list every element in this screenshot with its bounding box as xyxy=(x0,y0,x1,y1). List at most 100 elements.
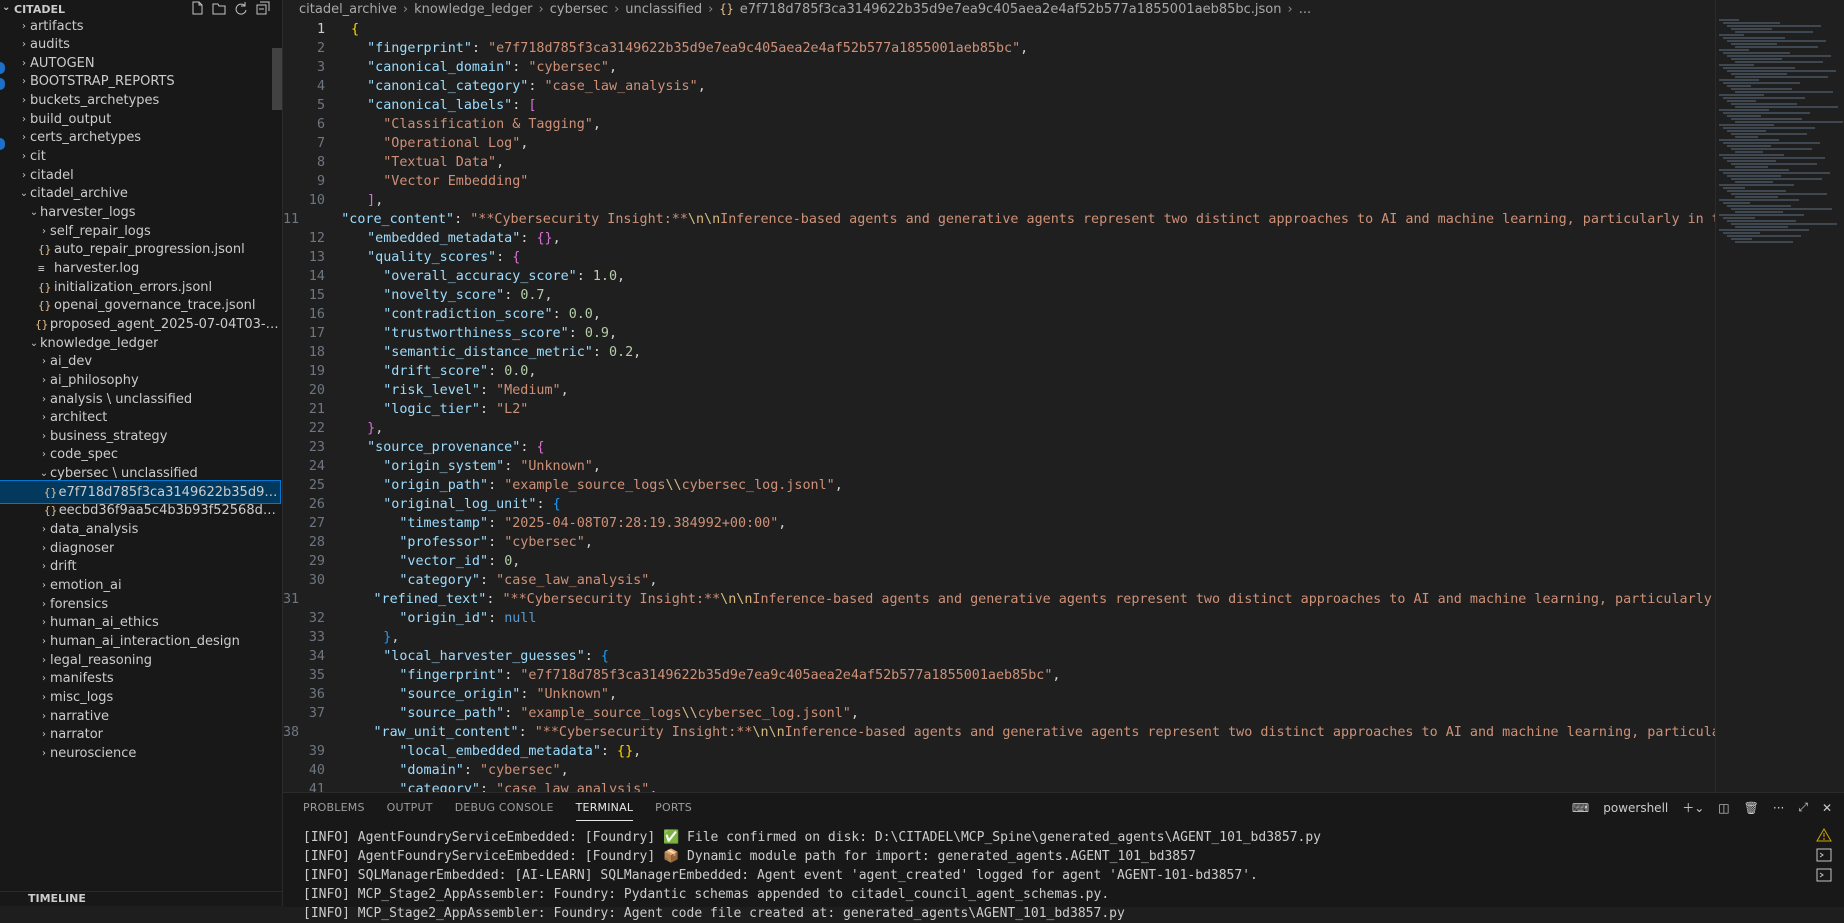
timeline-section[interactable]: TIMELINE xyxy=(0,891,282,906)
code-line[interactable]: 36 "source_origin": "Unknown", xyxy=(283,685,1715,704)
code-line[interactable]: 5 "canonical_labels": [ xyxy=(283,96,1715,115)
chevron-down-icon[interactable]: ⌄ xyxy=(2,2,10,13)
chevron-down-icon[interactable]: ⌄ xyxy=(18,188,30,199)
code-line[interactable]: 33 }, xyxy=(283,628,1715,647)
chevron-right-icon[interactable]: › xyxy=(38,692,50,703)
code-line[interactable]: 2 "fingerprint": "e7f718d785f3ca3149622b… xyxy=(283,39,1715,58)
chevron-right-icon[interactable]: › xyxy=(38,561,50,572)
code-line[interactable]: 39 "local_embedded_metadata": {}, xyxy=(283,742,1715,761)
code-line[interactable]: 29 "vector_id": 0, xyxy=(283,552,1715,571)
chevron-right-icon[interactable]: › xyxy=(18,58,30,69)
chevron-right-icon[interactable]: › xyxy=(38,580,50,591)
chevron-right-icon[interactable]: › xyxy=(38,729,50,740)
code-line[interactable]: 40 "domain": "cybersec", xyxy=(283,761,1715,780)
chevron-down-icon[interactable]: ⌄ xyxy=(38,468,50,479)
code-line[interactable]: 10 ], xyxy=(283,191,1715,210)
chevron-right-icon[interactable]: › xyxy=(18,39,30,50)
code-line[interactable]: 8 "Textual Data", xyxy=(283,153,1715,172)
chevron-right-icon[interactable]: › xyxy=(38,543,50,554)
code-line[interactable]: 37 "source_path": "example_source_logs\\… xyxy=(283,704,1715,723)
more-icon[interactable]: ··· xyxy=(1773,801,1784,815)
code-area[interactable]: 1{2 "fingerprint": "e7f718d785f3ca314962… xyxy=(283,20,1715,792)
chevron-right-icon[interactable]: › xyxy=(38,375,50,386)
code-line[interactable]: 35 "fingerprint": "e7f718d785f3ca3149622… xyxy=(283,666,1715,685)
chevron-right-icon[interactable]: › xyxy=(18,151,30,162)
chevron-right-icon[interactable]: › xyxy=(38,449,50,460)
code-line[interactable]: 23 "source_provenance": { xyxy=(283,438,1715,457)
chevron-right-icon[interactable]: › xyxy=(38,431,50,442)
collapse-all-icon[interactable] xyxy=(256,1,270,15)
chevron-right-icon[interactable]: › xyxy=(18,21,30,32)
chevron-right-icon[interactable]: › xyxy=(38,356,50,367)
chevron-right-icon[interactable]: › xyxy=(38,636,50,647)
shell-name[interactable]: powershell xyxy=(1603,801,1668,815)
chevron-right-icon[interactable]: › xyxy=(38,617,50,628)
code-line[interactable]: 31 "refined_text": "**Cybersecurity Insi… xyxy=(283,590,1715,609)
code-line[interactable]: 25 "origin_path": "example_source_logs\\… xyxy=(283,476,1715,495)
code-line[interactable]: 1{ xyxy=(283,20,1715,39)
chevron-right-icon[interactable]: › xyxy=(38,748,50,759)
terminal-output[interactable]: [INFO] AgentFoundryServiceEmbedded: [Fou… xyxy=(303,828,1321,923)
chevron-right-icon[interactable]: › xyxy=(18,95,30,106)
chevron-right-icon[interactable]: › xyxy=(38,655,50,666)
chevron-right-icon[interactable]: › xyxy=(38,673,50,684)
chevron-down-icon[interactable]: ⌄ xyxy=(28,207,40,218)
code-line[interactable]: 11 "core_content": "**Cybersecurity Insi… xyxy=(283,210,1715,229)
code-line[interactable]: 28 "professor": "cybersec", xyxy=(283,533,1715,552)
breadcrumb-item[interactable]: ... xyxy=(1299,2,1311,17)
code-line[interactable]: 24 "origin_system": "Unknown", xyxy=(283,457,1715,476)
code-line[interactable]: 19 "drift_score": 0.0, xyxy=(283,362,1715,381)
code-line[interactable]: 14 "overall_accuracy_score": 1.0, xyxy=(283,267,1715,286)
tab-problems[interactable]: PROBLEMS xyxy=(303,801,365,814)
chevron-right-icon[interactable]: › xyxy=(38,394,50,405)
code-line[interactable]: 22 }, xyxy=(283,419,1715,438)
code-line[interactable]: 4 "canonical_category": "case_law_analys… xyxy=(283,77,1715,96)
minimap[interactable] xyxy=(1719,18,1844,318)
code-line[interactable]: 9 "Vector Embedding" xyxy=(283,172,1715,191)
code-line[interactable]: 16 "contradiction_score": 0.0, xyxy=(283,305,1715,324)
code-line[interactable]: 20 "risk_level": "Medium", xyxy=(283,381,1715,400)
chevron-right-icon[interactable]: › xyxy=(38,226,50,237)
chevron-right-icon[interactable]: › xyxy=(38,412,50,423)
terminal-icon[interactable] xyxy=(1816,847,1832,862)
chevron-right-icon[interactable]: › xyxy=(18,76,30,87)
code-line[interactable]: 18 "semantic_distance_metric": 0.2, xyxy=(283,343,1715,362)
trash-icon[interactable]: 🗑 xyxy=(1744,801,1759,815)
code-line[interactable]: 32 "origin_id": null xyxy=(283,609,1715,628)
warning-icon[interactable] xyxy=(1816,827,1832,842)
chevron-right-icon[interactable]: › xyxy=(18,114,30,125)
tab-ports[interactable]: PORTS xyxy=(655,801,692,814)
code-line[interactable]: 6 "Classification & Tagging", xyxy=(283,115,1715,134)
code-line[interactable]: 27 "timestamp": "2025-04-08T07:28:19.384… xyxy=(283,514,1715,533)
code-line[interactable]: 26 "original_log_unit": { xyxy=(283,495,1715,514)
sidebar-scrollbar[interactable] xyxy=(272,48,282,110)
breadcrumb-item[interactable]: e7f718d785f3ca3149622b35d9e7ea9c405aea2e… xyxy=(740,2,1282,17)
code-line[interactable]: 41 "category": "case_law_analysis", xyxy=(283,780,1715,792)
tab-terminal[interactable]: TERMINAL xyxy=(575,801,634,821)
chevron-right-icon[interactable]: › xyxy=(18,170,30,181)
breadcrumb-item[interactable]: unclassified xyxy=(625,2,702,17)
breadcrumb-item[interactable]: cybersec xyxy=(550,2,608,17)
breadcrumb-item[interactable]: citadel_archive xyxy=(299,2,397,17)
code-line[interactable]: 7 "Operational Log", xyxy=(283,134,1715,153)
breadcrumb-item[interactable]: knowledge_ledger xyxy=(414,2,532,17)
new-folder-icon[interactable] xyxy=(212,1,226,15)
code-line[interactable]: 30 "category": "case_law_analysis", xyxy=(283,571,1715,590)
tab-debug-console[interactable]: DEBUG CONSOLE xyxy=(455,801,554,814)
code-line[interactable]: 34 "local_harvester_guesses": { xyxy=(283,647,1715,666)
new-file-icon[interactable] xyxy=(190,1,204,15)
code-line[interactable]: 21 "logic_tier": "L2" xyxy=(283,400,1715,419)
folder-item[interactable]: › neuroscience xyxy=(0,742,280,764)
chevron-right-icon[interactable]: › xyxy=(38,711,50,722)
code-line[interactable]: 12 "embedded_metadata": {}, xyxy=(283,229,1715,248)
chevron-down-icon[interactable]: ⌄ xyxy=(28,338,40,349)
add-terminal-icon[interactable]: ＋⌄ xyxy=(1682,799,1704,816)
chevron-right-icon[interactable]: › xyxy=(38,599,50,610)
code-line[interactable]: 38 "raw_unit_content": "**Cybersecurity … xyxy=(283,723,1715,742)
code-line[interactable]: 15 "novelty_score": 0.7, xyxy=(283,286,1715,305)
code-line[interactable]: 3 "canonical_domain": "cybersec", xyxy=(283,58,1715,77)
split-terminal-icon[interactable]: ◫ xyxy=(1718,801,1729,815)
code-line[interactable]: 17 "trustworthiness_score": 0.9, xyxy=(283,324,1715,343)
chevron-right-icon[interactable]: › xyxy=(38,524,50,535)
tab-output[interactable]: OUTPUT xyxy=(387,801,433,814)
